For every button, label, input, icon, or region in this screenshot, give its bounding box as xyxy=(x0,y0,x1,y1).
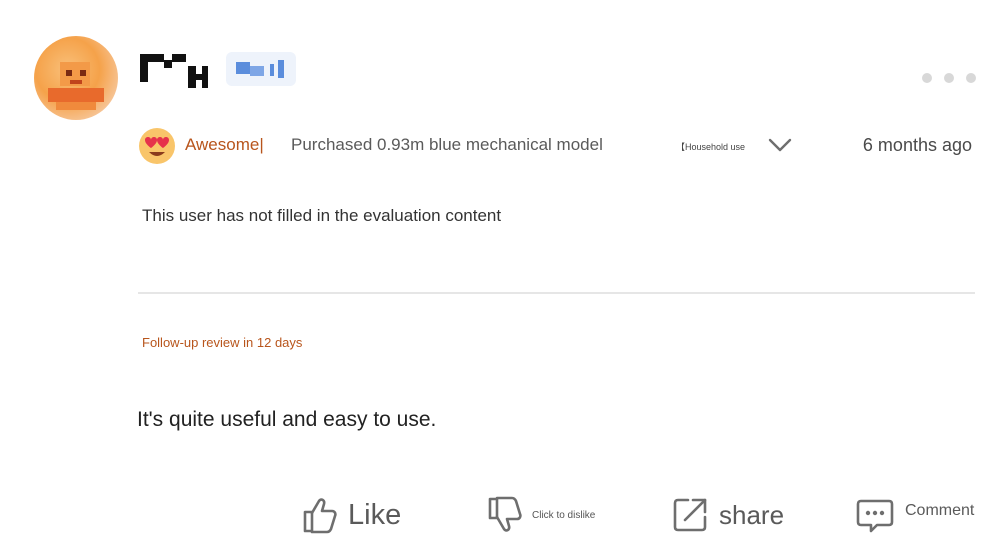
divider xyxy=(138,292,975,294)
thumbs-down-icon xyxy=(486,495,524,535)
chevron-down-icon[interactable] xyxy=(766,134,794,156)
like-button[interactable]: Like xyxy=(300,494,401,536)
username-redacted xyxy=(140,48,210,88)
dislike-label: Click to dislike xyxy=(532,509,596,521)
comment-button[interactable]: Comment xyxy=(855,494,974,536)
avatar[interactable] xyxy=(34,36,118,120)
purchased-product-spec: Purchased 0.93m blue mechanical model xyxy=(291,135,603,154)
followup-label: Follow-up review in 12 days xyxy=(142,335,303,350)
more-dots-icon xyxy=(922,73,932,83)
share-button[interactable]: share xyxy=(671,494,784,536)
usage-tag: 【Household use xyxy=(676,142,746,152)
share-label: share xyxy=(719,499,785,530)
thumbs-up-icon xyxy=(300,495,340,535)
dislike-button[interactable]: Click to dislike xyxy=(486,494,595,536)
comment-icon xyxy=(855,495,895,535)
followup-content: It's quite useful and easy to use. xyxy=(137,408,437,431)
more-dots-icon xyxy=(944,73,954,83)
user-level-badge xyxy=(226,52,296,86)
rating-label: Awesome| xyxy=(185,135,264,154)
share-icon xyxy=(671,496,709,534)
comment-label: Comment xyxy=(905,502,975,519)
review-card: Awesome| Purchased 0.93m blue mechanical… xyxy=(0,0,1000,559)
heart-eyes-emoji-icon xyxy=(138,127,176,165)
review-content: This user has not filled in the evaluati… xyxy=(142,206,502,225)
review-timestamp: 6 months ago xyxy=(862,135,972,155)
more-options-button[interactable] xyxy=(922,70,976,86)
like-label: Like xyxy=(348,498,402,531)
more-dots-icon xyxy=(966,73,976,83)
